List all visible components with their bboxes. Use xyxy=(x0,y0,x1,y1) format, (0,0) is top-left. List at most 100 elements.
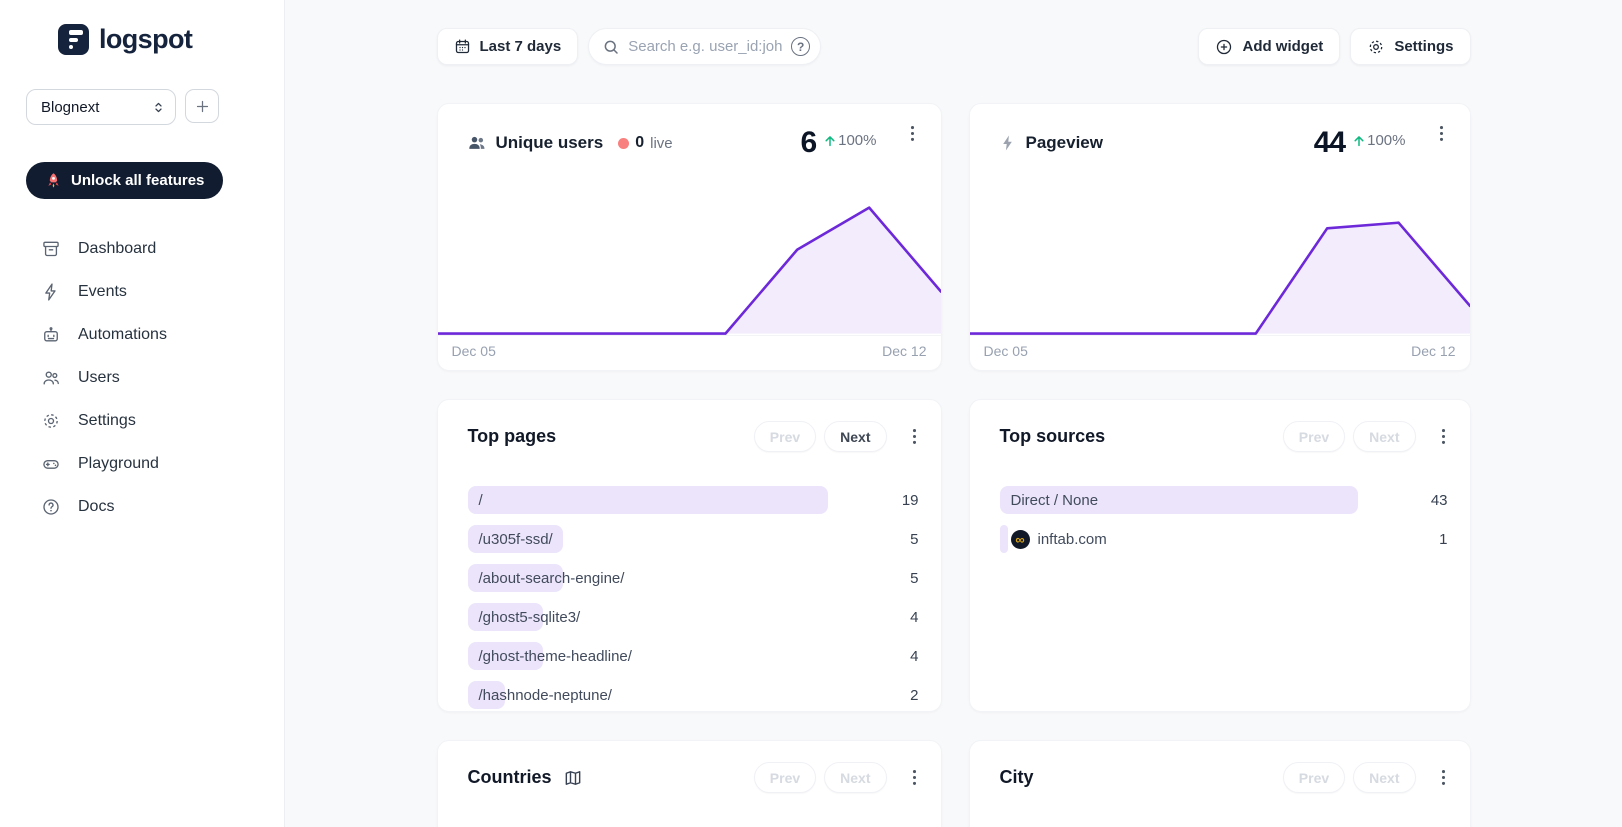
top-pages-row[interactable]: /u305f-ssd/5 xyxy=(468,525,919,553)
settings-label: Settings xyxy=(1394,38,1453,55)
plus-icon xyxy=(194,98,211,115)
top-pages-row[interactable]: /ghost-theme-headline/4 xyxy=(468,642,919,670)
sidebar-nav: DashboardEventsAutomationsUsersSettingsP… xyxy=(0,227,284,528)
row-value: 43 xyxy=(1431,492,1448,509)
axis-label-end: Dec 12 xyxy=(1411,343,1455,359)
sidebar-item-users[interactable]: Users xyxy=(0,356,284,399)
row-label: /ghost-theme-headline/ xyxy=(468,648,632,665)
unlock-features-button[interactable]: Unlock all features xyxy=(26,162,223,199)
source-favicon-icon: ∞ xyxy=(1011,530,1030,549)
axis-label-end: Dec 12 xyxy=(882,343,926,359)
live-dot-icon xyxy=(618,138,629,149)
add-widget-button[interactable]: Add widget xyxy=(1198,28,1340,65)
row-value: 1 xyxy=(1439,531,1447,548)
map-icon xyxy=(563,768,583,788)
add-widget-label: Add widget xyxy=(1242,38,1323,55)
archive-icon xyxy=(41,239,61,259)
search-box: ? xyxy=(588,28,821,65)
top-pages-title: Top pages xyxy=(468,426,557,447)
brand-name: logspot xyxy=(99,24,192,55)
workspace-row: Blognext xyxy=(26,89,284,125)
top-pages-next-button[interactable]: Next xyxy=(824,421,886,452)
date-range-label: Last 7 days xyxy=(480,38,562,55)
sidebar-item-dashboard[interactable]: Dashboard xyxy=(0,227,284,270)
arrow-up-icon xyxy=(823,134,837,148)
row-label: / xyxy=(468,492,483,509)
row-value: 4 xyxy=(910,609,918,626)
row-value: 19 xyxy=(902,492,919,509)
top-pages-row[interactable]: /about-search-engine/5 xyxy=(468,564,919,592)
bolt-icon xyxy=(41,282,61,302)
city-menu-button[interactable] xyxy=(1435,768,1452,787)
pageview-total: 44 xyxy=(1314,128,1345,158)
top-pages-row[interactable]: /hashnode-neptune/2 xyxy=(468,681,919,709)
row-label: /hashnode-neptune/ xyxy=(468,687,612,704)
countries-next-button[interactable]: Next xyxy=(824,762,886,793)
workspace-select-value: Blognext xyxy=(41,99,99,116)
logspot-logo[interactable]: logspot xyxy=(58,24,284,55)
logspot-logo-icon xyxy=(58,24,89,55)
row-label: ∞inftab.com xyxy=(1000,530,1107,549)
bolt-icon xyxy=(999,134,1017,152)
unique-users-title: Unique users xyxy=(496,133,604,153)
top-sources-row[interactable]: ∞inftab.com 1 xyxy=(1000,525,1448,553)
main-area: Last 7 days ? Add widget Set xyxy=(285,0,1622,827)
robot-icon xyxy=(41,325,61,345)
app-root: logspot Blognext Unlock all features Das… xyxy=(0,0,1622,827)
chevron-up-down-icon xyxy=(151,100,166,115)
pageview-title: Pageview xyxy=(1026,133,1104,153)
top-pages-menu-button[interactable] xyxy=(906,427,923,446)
sidebar-item-settings[interactable]: Settings xyxy=(0,399,284,442)
search-help-icon[interactable]: ? xyxy=(791,37,810,56)
row-label: /ghost5-sqlite3/ xyxy=(468,609,581,626)
top-pages-row[interactable]: / 19 xyxy=(468,486,919,514)
city-prev-button[interactable]: Prev xyxy=(1283,762,1345,793)
top-sources-row[interactable]: Direct / None 43 xyxy=(1000,486,1448,514)
row-value: 4 xyxy=(910,648,918,665)
add-workspace-button[interactable] xyxy=(185,89,219,123)
city-next-button[interactable]: Next xyxy=(1353,762,1415,793)
controller-icon xyxy=(41,454,61,474)
unique-users-total: 6 xyxy=(800,128,816,158)
search-icon xyxy=(602,38,620,56)
unique-users-menu-button[interactable] xyxy=(904,124,921,143)
top-pages-row[interactable]: /ghost5-sqlite3/4 xyxy=(468,603,919,631)
countries-prev-button[interactable]: Prev xyxy=(754,762,816,793)
sidebar-item-docs[interactable]: Docs xyxy=(0,485,284,528)
rocket-icon xyxy=(45,172,62,189)
pageview-change: 100% xyxy=(1352,132,1405,149)
live-indicator: 0 live xyxy=(618,134,672,152)
row-label: /u305f-ssd/ xyxy=(468,531,553,548)
top-sources-card: Top sources Prev Next Direct / None43∞in… xyxy=(969,399,1471,712)
unlock-features-label: Unlock all features xyxy=(71,172,204,189)
row-label: Direct / None xyxy=(1000,492,1099,509)
top-pages-prev-button[interactable]: Prev xyxy=(754,421,816,452)
workspace-select[interactable]: Blognext xyxy=(26,89,176,125)
top-sources-next-button[interactable]: Next xyxy=(1353,421,1415,452)
sidebar-item-playground[interactable]: Playground xyxy=(0,442,284,485)
calendar-icon xyxy=(454,38,471,55)
topbar: Last 7 days ? Add widget Set xyxy=(437,28,1471,65)
top-sources-rows: Direct / None 43 ∞inftab.com 1 xyxy=(986,486,1454,553)
top-sources-menu-button[interactable] xyxy=(1435,427,1452,446)
users-icon xyxy=(467,133,487,153)
axis-label-start: Dec 05 xyxy=(984,343,1028,359)
row-label: /about-search-engine/ xyxy=(468,570,625,587)
pageview-menu-button[interactable] xyxy=(1433,124,1450,143)
date-range-button[interactable]: Last 7 days xyxy=(437,28,579,65)
countries-menu-button[interactable] xyxy=(906,768,923,787)
search-input[interactable] xyxy=(628,38,783,55)
sidebar-item-events[interactable]: Events xyxy=(0,270,284,313)
axis-label-start: Dec 05 xyxy=(452,343,496,359)
top-sources-prev-button[interactable]: Prev xyxy=(1283,421,1345,452)
pageview-x-axis: Dec 05 Dec 12 xyxy=(970,335,1470,370)
sidebar-item-automations[interactable]: Automations xyxy=(0,313,284,356)
unique-users-chart xyxy=(438,158,941,335)
pageview-card: Pageview 44 100% Dec 05 De xyxy=(969,103,1471,371)
settings-button[interactable]: Settings xyxy=(1350,28,1470,65)
value-bar xyxy=(468,486,829,514)
row-value: 5 xyxy=(910,531,918,548)
row-value: 2 xyxy=(910,687,918,704)
countries-card: Countries Prev Next xyxy=(437,740,942,827)
unique-users-x-axis: Dec 05 Dec 12 xyxy=(438,335,941,370)
